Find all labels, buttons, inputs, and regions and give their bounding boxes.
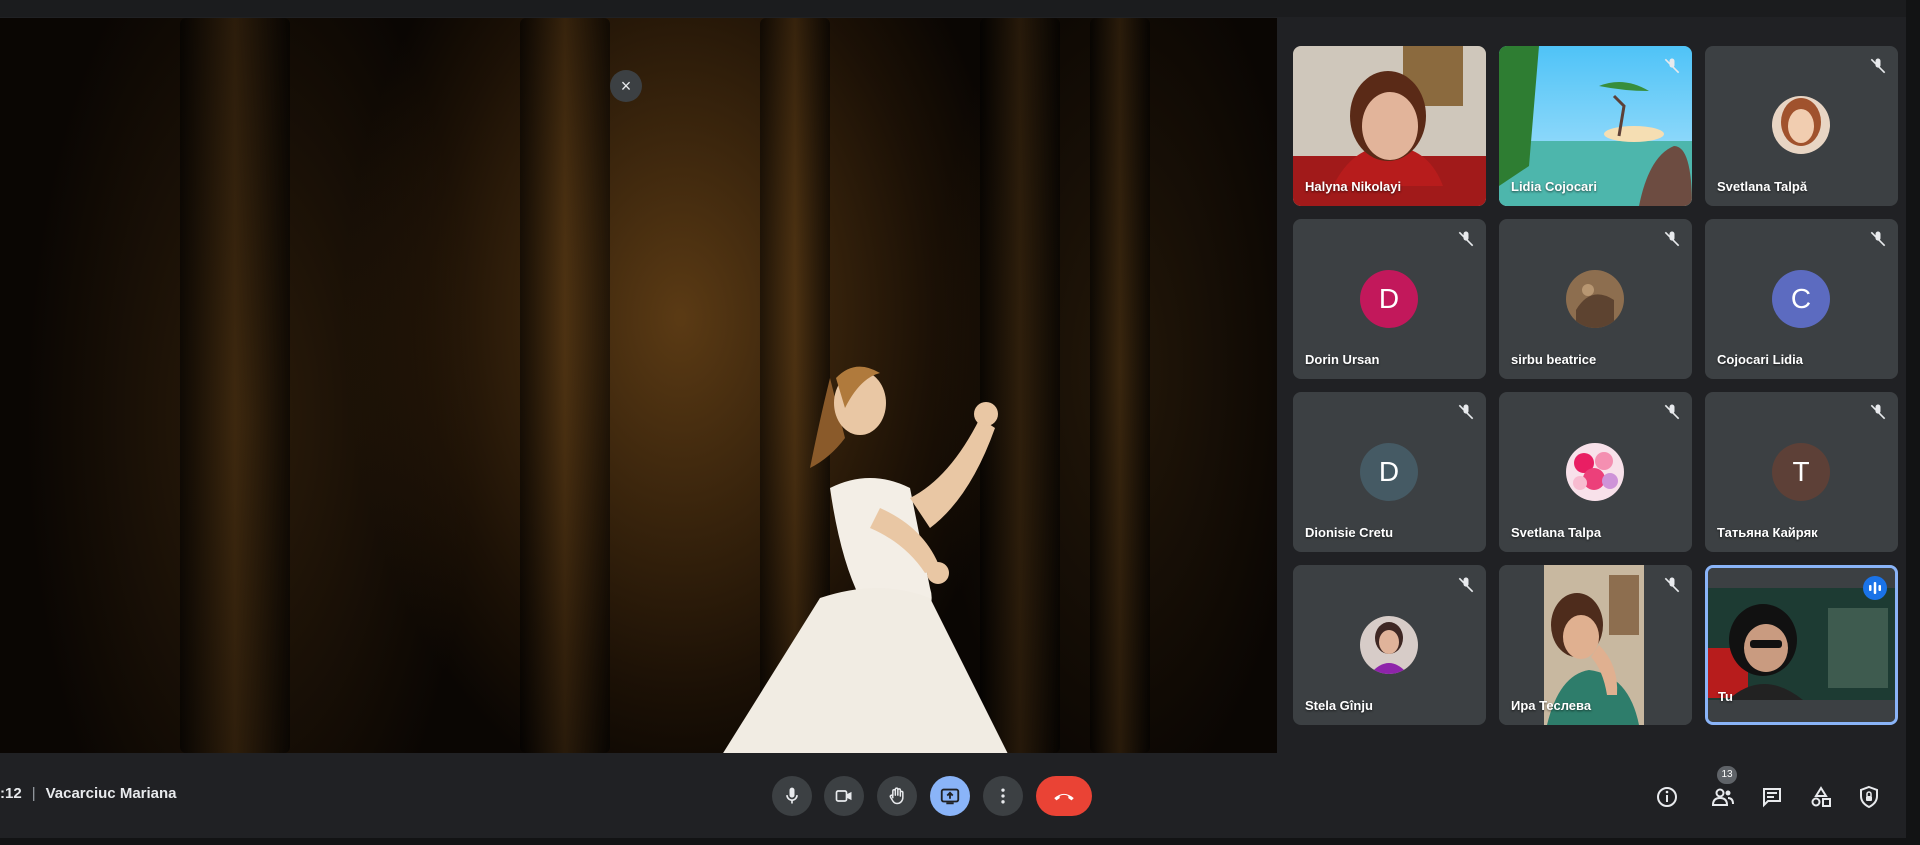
people-icon [1711,788,1734,806]
mic-button[interactable] [772,776,812,816]
avatar [1772,96,1830,154]
participant-name: Ира Теслева [1511,698,1592,713]
avatar [1566,443,1624,501]
mic-icon [786,787,798,804]
participant-name: Lidia Cojocari [1511,179,1597,194]
present-screen-button[interactable] [930,776,970,816]
camera-button[interactable] [824,776,864,816]
participant-tile[interactable]: Svetlana Talpă [1705,46,1898,206]
participant-tile[interactable]: Stela Gînju [1293,565,1486,725]
activities-icon [1811,786,1831,807]
avatar-initial: T [1772,443,1830,501]
participant-name: Dionisie Cretu [1305,525,1394,540]
separator: | [31,785,36,802]
participant-name: Svetlana Talpa [1511,525,1602,540]
participant-name: Tu [1718,689,1733,704]
raise-hand-icon [889,787,904,805]
participant-count-badge: 13 [1717,766,1737,784]
muted-mic-icon [1870,231,1886,247]
avatar [1360,616,1418,674]
curtain-fold [180,18,290,753]
participant-tile[interactable]: D Dionisie Cretu [1293,392,1486,552]
dancer-figure [723,366,1008,753]
participant-tile[interactable]: D Dorin Ursan [1293,219,1486,379]
muted-mic-icon [1870,58,1886,74]
camera-icon [835,790,852,802]
meeting-title: Vacarciuc Mariana [45,785,177,802]
more-options-icon [1001,788,1005,804]
chat-button[interactable] [1756,781,1788,813]
muted-mic-icon [1458,404,1474,420]
avatar-initial: C [1772,270,1830,328]
presentation-stage: × [0,18,1277,753]
avatar-initial: D [1360,443,1418,501]
activities-button[interactable] [1805,781,1837,813]
self-tile[interactable]: Tu [1705,565,1898,725]
end-call-button[interactable] [1036,776,1092,816]
participant-name: Cojocari Lidia [1717,352,1803,367]
host-controls-button[interactable] [1853,781,1885,813]
curtain-fold [520,18,610,753]
host-controls-icon [1860,785,1878,809]
participant-tile[interactable]: Halyna Nikolayi [1293,46,1486,206]
muted-mic-icon [1458,231,1474,247]
raise-hand-button[interactable] [877,776,917,816]
avatar-initial: D [1360,270,1418,328]
muted-mic-icon [1664,577,1680,593]
avatar [1566,270,1624,328]
participant-tile[interactable]: Svetlana Talpa [1499,392,1692,552]
muted-mic-icon [1664,404,1680,420]
people-button[interactable] [1707,781,1739,813]
participant-tile[interactable]: C Cojocari Lidia [1705,219,1898,379]
muted-mic-icon [1664,231,1680,247]
close-presentation-button[interactable]: × [610,70,642,102]
muted-mic-icon [1870,404,1886,420]
chat-icon [1763,788,1781,808]
muted-mic-icon [1664,58,1680,74]
participant-name: Stela Gînju [1305,698,1373,713]
bottom-edge [0,838,1920,845]
participant-name: sirbu beatrice [1511,352,1597,367]
info-icon [1657,787,1677,807]
participant-name: Svetlana Talpă [1717,179,1808,194]
participant-tile[interactable]: Ира Теслева [1499,565,1692,725]
participant-name: Dorin Ursan [1305,352,1380,367]
participant-tile[interactable]: Lidia Cojocari [1499,46,1692,206]
participant-tile[interactable]: T Татьяна Кайряк [1705,392,1898,552]
end-call-icon [1054,793,1074,801]
more-options-button[interactable] [983,776,1023,816]
participant-name: Halyna Nikolayi [1305,179,1402,194]
right-edge [1906,0,1920,845]
meeting-time: :12 [0,785,22,802]
muted-mic-icon [1458,577,1474,593]
meeting-info-button[interactable] [1651,781,1683,813]
meeting-details: :12 | Vacarciuc Mariana [0,785,177,802]
participant-tile[interactable]: sirbu beatrice [1499,219,1692,379]
present-screen-icon [940,788,960,805]
speaking-indicator-icon [1863,576,1887,600]
top-strip [0,0,1920,17]
participant-name: Татьяна Кайряк [1717,525,1818,540]
